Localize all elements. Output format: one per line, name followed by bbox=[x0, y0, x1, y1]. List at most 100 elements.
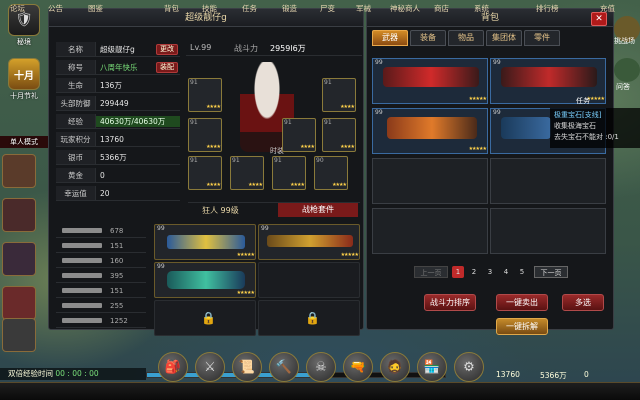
tab-equipment[interactable]: 装备 bbox=[410, 30, 446, 46]
avatar[interactable] bbox=[2, 318, 36, 352]
weapon-card-empty[interactable]: 🔒 bbox=[258, 300, 360, 336]
bag-slot-empty[interactable] bbox=[490, 208, 606, 254]
gun-stat-value: 678 bbox=[110, 226, 124, 235]
weapon-card-empty[interactable]: 🔒 bbox=[154, 300, 256, 336]
gun-icon bbox=[62, 228, 102, 233]
info-row: 玩家积分 13760 bbox=[56, 132, 180, 147]
bottom-nav-item[interactable]: 技能 bbox=[202, 3, 217, 14]
tab-items[interactable]: 物品 bbox=[448, 30, 484, 46]
weapon-card[interactable]: 99 ★★★★★ bbox=[154, 224, 256, 260]
bottom-nav-item[interactable]: 背包 bbox=[164, 3, 179, 14]
weapon-card[interactable]: 99 ★★★★★ bbox=[258, 224, 360, 260]
gift-icon[interactable]: 十月 bbox=[8, 58, 40, 90]
bag-item[interactable]: 99 ★★★★★ bbox=[372, 58, 488, 104]
equipment-slot[interactable]: 91 ★★★★ bbox=[282, 118, 316, 152]
prev-page-button[interactable]: 上一页 bbox=[414, 266, 448, 278]
bottom-nav-item[interactable]: 排行榜 bbox=[536, 3, 559, 14]
shop-icon[interactable]: 🏪 bbox=[417, 352, 447, 382]
gun-stat-row: 151 bbox=[56, 284, 146, 298]
avatar[interactable] bbox=[2, 286, 36, 320]
sort-by-power-button[interactable]: 战斗力排序 bbox=[424, 294, 476, 311]
equipment-slot[interactable]: 91 ★★★★ bbox=[188, 156, 222, 190]
bottom-bar bbox=[0, 382, 640, 400]
multi-select-button[interactable]: 多选 bbox=[562, 294, 604, 311]
equipment-slot[interactable]: 91 ★★★★ bbox=[188, 78, 222, 112]
gun-stat-value: 1252 bbox=[110, 316, 128, 325]
bag-slot-empty[interactable] bbox=[372, 208, 488, 254]
bottom-nav-item[interactable]: 充值 bbox=[600, 3, 615, 14]
merchant-icon[interactable]: 🧔 bbox=[380, 352, 410, 382]
split-all-button[interactable]: 一键拆解 bbox=[496, 318, 548, 335]
bottom-nav-item[interactable]: 尸变 bbox=[320, 3, 335, 14]
page-number[interactable]: 3 bbox=[484, 266, 496, 278]
page-number[interactable]: 2 bbox=[468, 266, 480, 278]
info-key: 头部防御 bbox=[56, 96, 96, 110]
skill-icon[interactable]: ⚔ bbox=[195, 352, 225, 382]
bottom-nav-item[interactable]: 锻造 bbox=[282, 3, 297, 14]
weapon-card-empty[interactable] bbox=[258, 262, 360, 298]
equipment-slot[interactable]: 91 ★★★★ bbox=[322, 78, 356, 112]
weapon-card[interactable]: 99 ★★★★★ bbox=[154, 262, 256, 298]
avatar[interactable] bbox=[2, 154, 36, 188]
gun-stat-row: 151 bbox=[56, 239, 146, 253]
gear-icon[interactable]: ⚙ bbox=[454, 352, 484, 382]
weapon-image bbox=[167, 271, 245, 289]
armory-icon[interactable]: 🔫 bbox=[343, 352, 373, 382]
mode-label[interactable]: 单人模式 bbox=[0, 136, 48, 148]
tab-group[interactable]: 集团体 bbox=[486, 30, 522, 46]
weapon-level: 99 bbox=[261, 225, 269, 232]
weapon-image bbox=[387, 117, 477, 139]
bag-icon[interactable]: 🎒 bbox=[158, 352, 188, 382]
tab-equip-set[interactable]: 战枪套件 bbox=[278, 203, 358, 217]
bottom-nav-item[interactable]: 公告 bbox=[48, 3, 63, 14]
slot-level: 90 bbox=[316, 157, 324, 164]
bag-item[interactable]: 99 ★★★★★ bbox=[372, 108, 488, 154]
info-action-button[interactable]: 更改 bbox=[156, 44, 178, 55]
tab-parts[interactable]: 零件 bbox=[524, 30, 560, 46]
bottom-nav-item[interactable]: 神秘商人 bbox=[390, 3, 420, 14]
bottom-nav-item[interactable]: 商店 bbox=[434, 3, 449, 14]
page-number[interactable]: 1 bbox=[452, 266, 464, 278]
avatar[interactable] bbox=[2, 198, 36, 232]
sell-all-button[interactable]: 一键卖出 bbox=[496, 294, 548, 311]
quiz-icon[interactable] bbox=[614, 58, 640, 82]
bag-slot-empty[interactable] bbox=[372, 158, 488, 204]
bottom-nav-item[interactable]: 系统 bbox=[474, 3, 489, 14]
page-number[interactable]: 4 bbox=[500, 266, 512, 278]
next-page-button[interactable]: 下一页 bbox=[534, 266, 568, 278]
gift-badge-text: 十月 bbox=[14, 70, 34, 82]
zombie-icon[interactable]: ☠ bbox=[306, 352, 336, 382]
weapon-image bbox=[267, 235, 353, 247]
forge-icon[interactable]: 🔨 bbox=[269, 352, 299, 382]
rating-stars: ★★★★★ bbox=[340, 252, 359, 258]
level-text: Lv.99 bbox=[190, 43, 212, 52]
slot-level: 91 bbox=[232, 157, 240, 164]
rating-stars: ★★★★ bbox=[290, 182, 305, 188]
equipment-slot[interactable]: 90 ★★★★ bbox=[314, 156, 348, 190]
bag-slot-empty[interactable] bbox=[490, 158, 606, 204]
info-action-button[interactable]: 装配 bbox=[156, 62, 178, 73]
page-number[interactable]: 5 bbox=[516, 266, 528, 278]
gun-icon bbox=[62, 318, 102, 323]
info-row: 幸运值 20 bbox=[56, 186, 180, 201]
double-exp-label: 双倍经验时间 bbox=[8, 369, 53, 378]
equipment-slot[interactable]: 91 ★★★★ bbox=[322, 118, 356, 152]
bottom-nav-item[interactable]: 军械 bbox=[356, 3, 371, 14]
info-key: 黄金 bbox=[56, 168, 96, 182]
close-icon[interactable]: ✕ bbox=[591, 12, 607, 26]
gun-stat-value: 160 bbox=[110, 256, 124, 265]
equipment-slot[interactable]: 91 ★★★★ bbox=[230, 156, 264, 190]
tab-weapon[interactable]: 武器 bbox=[372, 30, 408, 46]
gun-stat-row: 395 bbox=[56, 269, 146, 283]
equipment-slot[interactable]: 91 ★★★★ bbox=[272, 156, 306, 190]
rank-bar: 狂人 99级 战枪套件 bbox=[188, 202, 360, 217]
bottom-nav-item[interactable]: 论坛 bbox=[10, 3, 25, 14]
equipment-slot[interactable]: 91 ★★★★ bbox=[188, 118, 222, 152]
weapon-image bbox=[501, 117, 551, 139]
quest-icon[interactable]: 📜 bbox=[232, 352, 262, 382]
bottom-nav-item[interactable]: 任务 bbox=[242, 3, 257, 14]
bottom-nav-item[interactable]: 图鉴 bbox=[88, 3, 103, 14]
info-value: 136万 bbox=[100, 80, 122, 90]
avatar[interactable] bbox=[2, 242, 36, 276]
info-key: 生命 bbox=[56, 78, 96, 92]
